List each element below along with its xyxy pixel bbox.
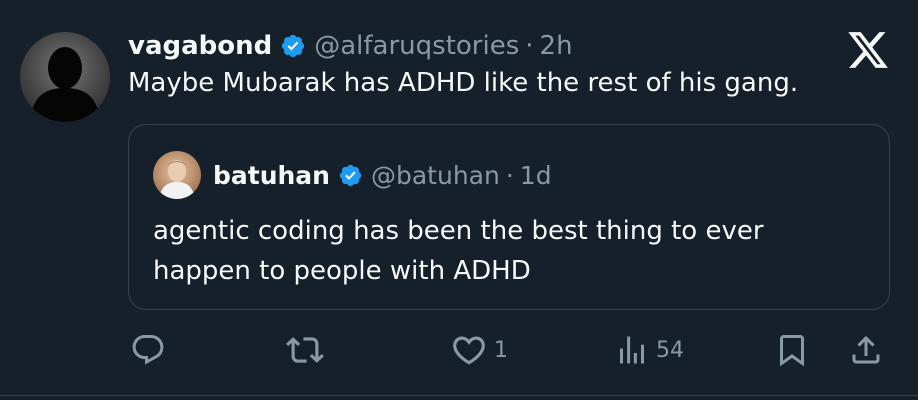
quoted-text-line: agentic coding has been the best thing t…: [153, 216, 764, 246]
bookmark-button[interactable]: [774, 330, 810, 370]
heart-icon: [453, 336, 485, 365]
quoted-text-line: happen to people with ADHD: [153, 256, 531, 286]
quoted-tweet[interactable]: batuhan @batuhan · 1d agentic coding has…: [128, 124, 890, 310]
quoted-author-name[interactable]: batuhan: [213, 161, 330, 190]
user-avatar-icon: [159, 160, 195, 199]
separator: ·: [505, 160, 514, 190]
tweet-text: Maybe Mubarak has ADHD like the rest of …: [128, 68, 799, 98]
x-logo-icon[interactable]: [846, 28, 890, 76]
separator: ·: [525, 31, 534, 61]
verified-icon[interactable]: [338, 163, 363, 188]
like-button[interactable]: 1: [450, 330, 508, 370]
views-button[interactable]: 54: [614, 330, 684, 370]
verified-icon[interactable]: [280, 33, 306, 59]
retweet-button[interactable]: [286, 330, 324, 370]
like-count: 1: [494, 337, 508, 363]
timestamp[interactable]: 2h: [540, 31, 573, 61]
tweet-header: vagabond @alfaruqstories · 2h: [128, 28, 573, 64]
quoted-tweet-header: batuhan @batuhan · 1d: [213, 155, 552, 195]
author-avatar[interactable]: [20, 32, 110, 122]
action-bar: 1 54: [0, 330, 918, 370]
share-button[interactable]: [848, 330, 884, 370]
quoted-timestamp[interactable]: 1d: [520, 161, 552, 190]
divider: [0, 395, 918, 396]
reply-button[interactable]: [130, 330, 166, 370]
quoted-author-avatar[interactable]: [153, 151, 201, 199]
views-icon: [620, 336, 644, 364]
reply-icon: [132, 335, 164, 365]
quoted-author-handle[interactable]: @batuhan: [371, 161, 500, 190]
author-handle[interactable]: @alfaruqstories: [314, 31, 519, 61]
user-avatar-icon: [30, 47, 100, 122]
author-name[interactable]: vagabond: [128, 31, 272, 61]
bookmark-icon: [780, 335, 804, 367]
retweet-icon: [286, 337, 324, 363]
views-count: 54: [656, 337, 684, 363]
quoted-tweet-text: agentic coding has been the best thing t…: [153, 211, 764, 291]
share-icon: [852, 335, 880, 364]
